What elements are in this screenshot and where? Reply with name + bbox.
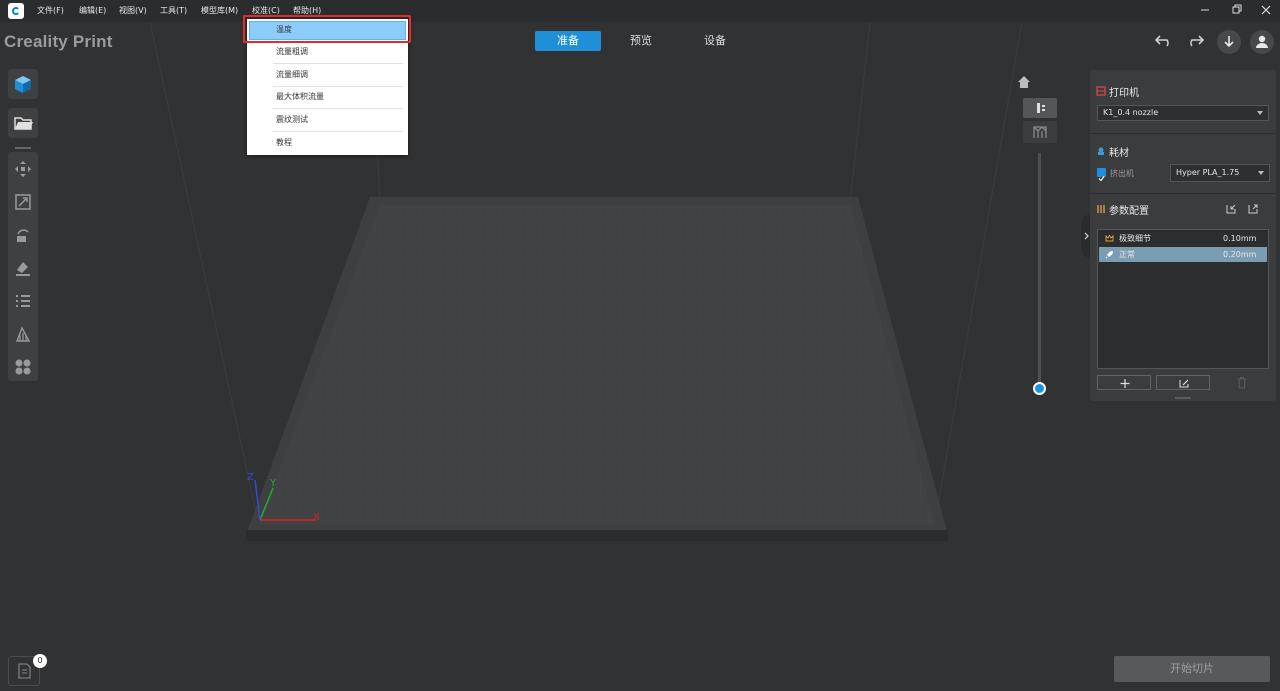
plus-icon [1120, 379, 1130, 388]
printer-section-title: 打印机 [1109, 88, 1139, 99]
extruder-checkbox[interactable] [1097, 168, 1106, 182]
layer-slider-thumb[interactable] [1033, 382, 1046, 395]
printer-select[interactable]: K1_0.4 nozzle [1097, 105, 1269, 121]
chevron-down-icon [1257, 111, 1263, 115]
menu-item-flow-fine[interactable]: 流量细调 [247, 64, 408, 86]
profile-name: 正常 [1119, 250, 1135, 259]
tab-device[interactable]: 设备 [682, 31, 748, 51]
filament-icon [1098, 147, 1104, 155]
add-profile-button[interactable] [1097, 375, 1151, 390]
menu-tools[interactable]: 工具(T) [160, 5, 187, 16]
support-view-button[interactable] [1023, 121, 1057, 143]
list-icon[interactable] [13, 291, 33, 311]
app-logo-icon [8, 3, 24, 19]
z-axis-label: Z [247, 472, 254, 483]
printer-icon [1096, 86, 1106, 96]
file-count-badge: 0 [33, 654, 47, 668]
printer-select-value: K1_0.4 nozzle [1103, 108, 1159, 117]
home-view-icon[interactable] [1016, 74, 1032, 90]
menu-file[interactable]: 文件(F) [37, 5, 64, 16]
menu-item-flow-coarse[interactable]: 流量粗调 [247, 41, 408, 63]
check-icon [1098, 176, 1105, 182]
menu-item-max-volumetric-flow[interactable]: 最大体积流量 [247, 86, 408, 108]
profile-layer-height: 0.20mm [1223, 250, 1257, 259]
menubar: 文件(F) 编辑(E) 视图(V) 工具(T) 模型库(M) 校准(C) 帮助(… [0, 0, 1280, 22]
layer-slider-track[interactable] [1038, 153, 1041, 385]
filament-select[interactable]: Hyper PLA_1.75 [1170, 164, 1270, 182]
download-icon [1224, 36, 1234, 48]
undo-icon[interactable] [1151, 30, 1175, 54]
panel-divider [1090, 193, 1276, 194]
rocket-icon [1105, 251, 1113, 259]
menu-model-library[interactable]: 模型库(M) [201, 5, 238, 16]
minimize-icon[interactable] [1197, 3, 1213, 17]
menu-item-tutorial[interactable]: 教程 [247, 132, 408, 154]
chevron-down-icon [1258, 171, 1264, 175]
cube-icon [15, 76, 31, 93]
annotation-highlight-box [243, 15, 411, 43]
edit-icon [1179, 379, 1189, 388]
scale-icon[interactable] [13, 192, 33, 212]
profile-row[interactable]: 极致细节 0.10mm [1099, 231, 1267, 246]
profile-list: 极致细节 0.10mm 正常 0.20mm [1097, 229, 1269, 369]
y-axis-label: Y [269, 478, 277, 489]
start-slice-button[interactable]: 开始切片 [1114, 656, 1270, 682]
menu-edit[interactable]: 编辑(E) [79, 5, 106, 16]
filament-section-title: 耗材 [1109, 148, 1129, 159]
support-icon[interactable] [13, 324, 33, 344]
import-profile-icon[interactable] [1225, 203, 1237, 215]
folder-icon [14, 117, 33, 130]
build-plate-scene: X Y Z [149, 21, 1023, 541]
x-axis-label: X [313, 512, 320, 523]
profile-name: 极致细节 [1119, 234, 1151, 243]
panel-resize-handle[interactable] [1175, 397, 1191, 399]
export-profile-icon[interactable] [1247, 203, 1259, 215]
delete-icon[interactable] [1236, 376, 1248, 389]
close-icon[interactable] [1258, 3, 1274, 17]
arrange-icon[interactable] [13, 357, 33, 377]
menu-view[interactable]: 视图(V) [119, 5, 147, 16]
download-button[interactable] [1217, 30, 1241, 54]
redo-icon[interactable] [1184, 30, 1208, 54]
open-file-button[interactable] [8, 108, 38, 138]
rotate-icon[interactable] [13, 225, 33, 245]
transform-toolbar [8, 152, 38, 381]
params-icon [1097, 205, 1105, 213]
layer-slider-icon [1037, 103, 1045, 113]
app-title: Creality Print [4, 32, 113, 51]
tab-preview[interactable]: 预览 [608, 31, 674, 51]
support-structure-icon [1033, 126, 1047, 138]
profile-layer-height: 0.10mm [1223, 234, 1257, 243]
profile-row-selected[interactable]: 正常 0.20mm [1099, 247, 1267, 262]
lay-flat-icon[interactable] [13, 258, 33, 278]
tab-prepare[interactable]: 准备 [535, 31, 601, 51]
user-icon [1256, 35, 1268, 48]
model-cube-button[interactable] [8, 69, 38, 99]
toolbar-divider [15, 147, 31, 149]
user-button[interactable] [1250, 30, 1274, 54]
filament-select-value: Hyper PLA_1.75 [1176, 168, 1240, 177]
layer-view-button[interactable] [1023, 98, 1057, 118]
extruder-label: 挤出机 [1110, 169, 1134, 178]
menu-item-ringing-test[interactable]: 震纹测试 [247, 109, 408, 131]
restore-icon[interactable] [1228, 3, 1244, 17]
panel-divider [1090, 133, 1276, 134]
crown-icon [1105, 234, 1114, 242]
edit-profile-button[interactable] [1156, 375, 1210, 390]
move-icon[interactable] [13, 159, 33, 179]
params-section-title: 参数配置 [1109, 206, 1149, 217]
